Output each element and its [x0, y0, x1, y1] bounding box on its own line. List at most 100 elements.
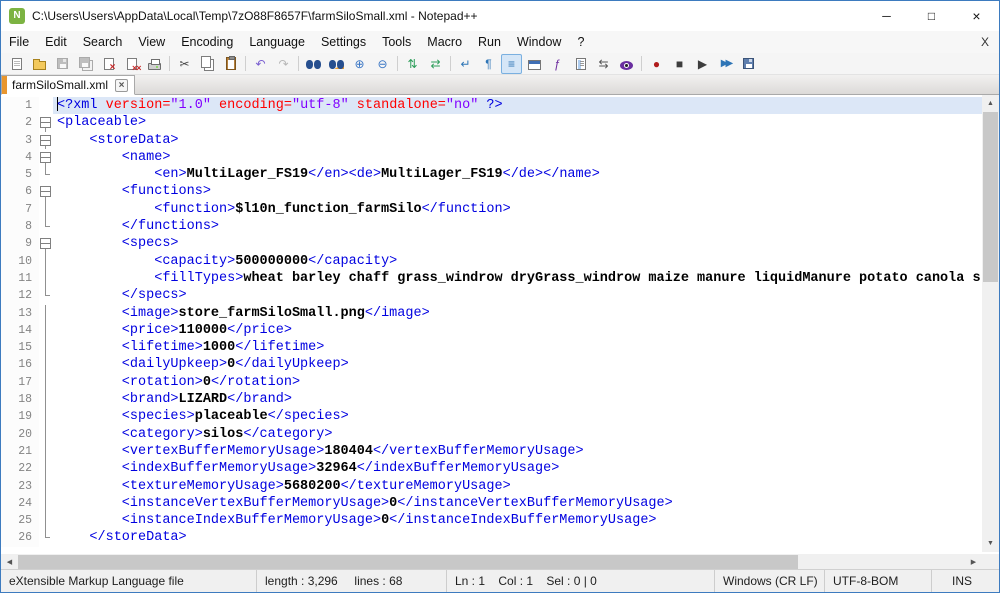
- code-text[interactable]: <storeData>: [53, 132, 982, 149]
- code-text[interactable]: <?xml version="1.0" encoding="utf-8" sta…: [53, 97, 982, 115]
- code-text[interactable]: <category>silos</category>: [53, 426, 982, 443]
- status-insert-mode[interactable]: INS: [931, 570, 999, 592]
- undo-button[interactable]: ↶: [250, 54, 271, 74]
- show-all-characters-button[interactable]: ¶: [478, 54, 499, 74]
- save-button[interactable]: [52, 54, 73, 74]
- code-text[interactable]: <lifetime>1000</lifetime>: [53, 339, 982, 356]
- menu-edit[interactable]: Edit: [37, 31, 75, 53]
- notepad-plus-plus-window: N C:\Users\Users\AppData\Local\Temp\7zO8…: [0, 0, 1000, 593]
- word-wrap-button[interactable]: ↵: [455, 54, 476, 74]
- print-button[interactable]: [144, 54, 165, 74]
- tab-farmsilosmall-xml[interactable]: farmSiloSmall.xml ×: [1, 75, 136, 95]
- sync-vertical-button[interactable]: ⇅: [402, 54, 423, 74]
- code-text[interactable]: </specs>: [53, 287, 982, 304]
- sync-vertical-icon: ⇅: [407, 56, 418, 71]
- close-window-button[interactable]: ×: [954, 1, 999, 30]
- code-line: 20 <category>silos</category>: [1, 425, 982, 444]
- menu-macro[interactable]: Macro: [419, 31, 470, 53]
- document-map-button[interactable]: [570, 54, 591, 74]
- code-text[interactable]: <dailyUpkeep>0</dailyUpkeep>: [53, 356, 982, 373]
- monitoring-button[interactable]: [616, 54, 637, 74]
- code-text[interactable]: <placeable>: [53, 114, 982, 131]
- window-title: C:\Users\Users\AppData\Local\Temp\7zO88F…: [32, 9, 478, 23]
- menu-file[interactable]: File: [1, 31, 37, 53]
- vertical-scrollbar-thumb[interactable]: [983, 112, 998, 282]
- tab-close-icon[interactable]: ×: [115, 78, 129, 92]
- menu-window[interactable]: Window: [509, 31, 569, 53]
- redo-button[interactable]: ↷: [273, 54, 294, 74]
- menu-help[interactable]: ?: [569, 31, 592, 53]
- save-macro-button[interactable]: [738, 54, 759, 74]
- code-text[interactable]: <fillTypes>wheat barley chaff grass_wind…: [53, 270, 982, 287]
- document-switcher-button[interactable]: ⇆: [593, 54, 614, 74]
- save-all-button[interactable]: [75, 54, 96, 74]
- fold-collapse-marker[interactable]: [39, 183, 53, 202]
- code-text[interactable]: <functions>: [53, 183, 982, 200]
- code-text[interactable]: <species>placeable</species>: [53, 408, 982, 425]
- find-button[interactable]: [303, 54, 324, 74]
- run-macro-multiple-button[interactable]: ▶▶: [715, 54, 736, 74]
- save-icon: [57, 58, 68, 69]
- zoom-out-button[interactable]: ⊖: [372, 54, 393, 74]
- code-text[interactable]: <price>110000</price>: [53, 322, 982, 339]
- paste-button[interactable]: [220, 54, 241, 74]
- code-text[interactable]: <vertexBufferMemoryUsage>180404</vertexB…: [53, 443, 982, 460]
- open-file-button[interactable]: [29, 54, 50, 74]
- status-encoding[interactable]: UTF-8-BOM: [824, 570, 931, 592]
- code-text[interactable]: <indexBufferMemoryUsage>32964</indexBuff…: [53, 460, 982, 477]
- code-text[interactable]: <function>$l10n_function_farmSilo</funct…: [53, 201, 982, 218]
- code-text[interactable]: <brand>LIZARD</brand>: [53, 391, 982, 408]
- scroll-down-arrow-icon[interactable]: ▼: [982, 535, 999, 552]
- stop-recording-button[interactable]: ■: [669, 54, 690, 74]
- fold-collapse-marker[interactable]: [39, 235, 53, 253]
- maximize-button[interactable]: □: [909, 1, 954, 30]
- fold-margin: [39, 287, 53, 305]
- user-defined-dialog-button[interactable]: [524, 54, 545, 74]
- scroll-up-arrow-icon[interactable]: ▲: [982, 95, 999, 112]
- copy-button[interactable]: [197, 54, 218, 74]
- code-text[interactable]: </storeData>: [53, 529, 982, 546]
- fold-collapse-marker[interactable]: [39, 114, 53, 132]
- code-text[interactable]: </functions>: [53, 218, 982, 235]
- cut-button[interactable]: ✂: [174, 54, 195, 74]
- sync-horizontal-button[interactable]: ⇄: [425, 54, 446, 74]
- code-text[interactable]: <capacity>500000000</capacity>: [53, 253, 982, 270]
- menu-encoding[interactable]: Encoding: [173, 31, 241, 53]
- record-macro-button[interactable]: ●: [646, 54, 667, 74]
- fold-collapse-marker[interactable]: [39, 131, 53, 150]
- code-line: 1 <?xml version="1.0" encoding="utf-8" st…: [1, 97, 982, 115]
- fold-collapse-marker[interactable]: [39, 148, 53, 167]
- code-text[interactable]: <instanceVertexBufferMemoryUsage>0</inst…: [53, 495, 982, 512]
- menu-run[interactable]: Run: [470, 31, 509, 53]
- menu-tools[interactable]: Tools: [374, 31, 419, 53]
- indent-guide-button[interactable]: ≡: [501, 53, 522, 74]
- zoom-in-button[interactable]: ⊕: [349, 54, 370, 74]
- code-text[interactable]: <specs>: [53, 235, 982, 252]
- code-text[interactable]: <textureMemoryUsage>5680200</textureMemo…: [53, 478, 982, 495]
- code-text[interactable]: <name>: [53, 149, 982, 166]
- code-text[interactable]: <en>MultiLager_FS19</en><de>MultiLager_F…: [53, 166, 982, 183]
- code-text[interactable]: <rotation>0</rotation>: [53, 374, 982, 391]
- close-button[interactable]: [98, 54, 119, 74]
- menu-search[interactable]: Search: [75, 31, 131, 53]
- menu-view[interactable]: View: [130, 31, 173, 53]
- editor-area[interactable]: 1 <?xml version="1.0" encoding="utf-8" st…: [1, 95, 982, 552]
- menu-language[interactable]: Language: [241, 31, 313, 53]
- toolbar-separator: [397, 56, 398, 71]
- menu-close-x[interactable]: X: [971, 35, 999, 49]
- code-text[interactable]: <instanceIndexBufferMemoryUsage>0</insta…: [53, 512, 982, 529]
- menu-settings[interactable]: Settings: [313, 31, 374, 53]
- close-all-button[interactable]: [121, 54, 142, 74]
- horizontal-scrollbar-thumb[interactable]: [18, 555, 798, 570]
- code-line: 13 <image>store_farmSiloSmall.png</image…: [1, 304, 982, 323]
- new-file-button[interactable]: [6, 54, 27, 74]
- line-number: 2: [1, 114, 39, 132]
- fold-margin: [39, 373, 53, 392]
- playback-macro-button[interactable]: ▶: [692, 54, 713, 74]
- replace-button[interactable]: [326, 54, 347, 74]
- vertical-scrollbar[interactable]: ▲ ▼: [982, 95, 999, 552]
- status-eol-format[interactable]: Windows (CR LF): [714, 570, 824, 592]
- code-text[interactable]: <image>store_farmSiloSmall.png</image>: [53, 305, 982, 322]
- minimize-button[interactable]: ─: [864, 1, 909, 30]
- function-list-button[interactable]: ƒ: [547, 54, 568, 74]
